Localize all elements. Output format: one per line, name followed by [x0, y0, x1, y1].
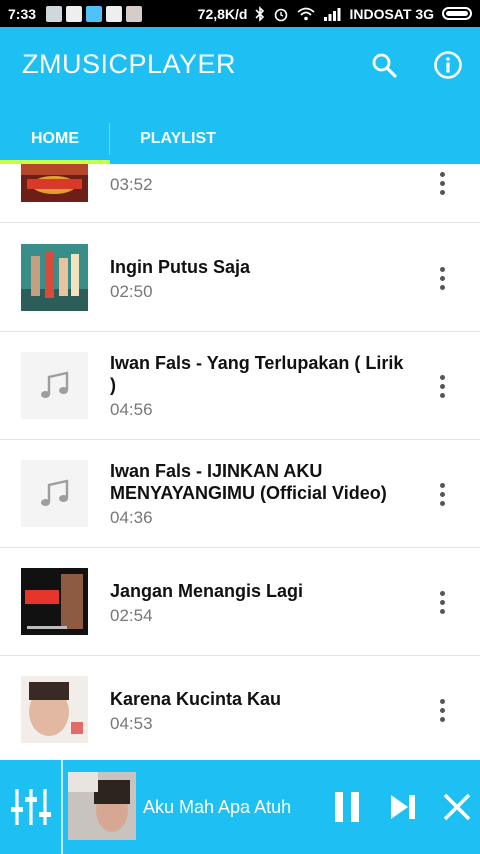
- track-row[interactable]: Jangan Menangis Lagi 02:54: [0, 548, 480, 656]
- next-button[interactable]: [383, 786, 423, 828]
- track-row[interactable]: Ingin Putus Saja 02:50: [0, 224, 480, 332]
- track-row[interactable]: Iwan Fals - IJINKAN AKU MENYAYANGIMU (Of…: [0, 440, 480, 548]
- tab-playlist[interactable]: PLAYLIST: [110, 117, 246, 160]
- tab-home[interactable]: HOME: [0, 117, 110, 160]
- gallery-icon: [46, 5, 63, 22]
- radio-icon: [106, 5, 123, 22]
- signal-icon: [324, 7, 341, 21]
- more-vert-icon: [439, 266, 445, 272]
- carrier-name: INDOSAT 3G: [349, 5, 434, 22]
- track-list[interactable]: 03:52 Ingin Putus Saja 02:50 Iwan Fals -…: [0, 164, 480, 760]
- now-playing-title[interactable]: Aku Mah Apa Atuh: [143, 797, 291, 818]
- track-title: Karena Kucinta Kau: [110, 689, 282, 709]
- more-options-button[interactable]: [430, 258, 454, 298]
- search-button[interactable]: [366, 47, 402, 83]
- app-title: ZMUSICPLAYER: [22, 49, 237, 79]
- album-art-placeholder: [21, 460, 88, 527]
- search-icon: [372, 53, 397, 78]
- track-title: Iwan Fals - Yang Terlupakan ( Lirik ): [110, 353, 404, 395]
- battery-icon: [442, 7, 472, 20]
- track-row[interactable]: 03:52: [0, 164, 480, 223]
- album-art: [21, 164, 88, 202]
- alarm-icon: [275, 8, 288, 21]
- more-vert-icon: [439, 698, 445, 704]
- album-art-placeholder: [21, 352, 88, 419]
- more-options-button[interactable]: [430, 474, 454, 514]
- pause-icon: [335, 792, 359, 822]
- album-art: [21, 568, 88, 635]
- equalizer-icon: [11, 789, 51, 825]
- gallery-icon: [66, 5, 83, 22]
- track-duration: 02:54: [110, 606, 153, 625]
- more-vert-icon: [439, 171, 445, 177]
- tab-bar: HOME PLAYLIST: [0, 117, 480, 164]
- track-duration: 04:56: [110, 400, 153, 419]
- music-icon: [86, 5, 103, 22]
- more-options-button[interactable]: [430, 690, 454, 730]
- track-duration: 04:36: [110, 508, 153, 527]
- close-icon: [443, 793, 471, 821]
- now-playing-art[interactable]: [68, 772, 136, 840]
- track-title: Ingin Putus Saja: [110, 257, 251, 277]
- notification-icons: [46, 5, 143, 22]
- track-duration: 04:53: [110, 714, 153, 733]
- info-icon: [434, 51, 462, 79]
- more-options-button[interactable]: [430, 164, 454, 203]
- music-note-icon: [40, 479, 68, 506]
- wifi-icon: [297, 7, 316, 20]
- track-duration: 02:50: [110, 282, 153, 301]
- more-options-button[interactable]: [430, 582, 454, 622]
- music-note-icon: [40, 371, 68, 398]
- equalizer-button[interactable]: [10, 785, 52, 829]
- info-button[interactable]: [430, 47, 466, 83]
- track-title: Iwan Fals - IJINKAN AKU MENYAYANGIMU (Of…: [110, 461, 387, 503]
- status-bar: 7:33 72,8K/d INDOSAT 3G: [0, 0, 480, 27]
- bluetooth-icon: [255, 5, 265, 22]
- more-vert-icon: [439, 590, 445, 596]
- more-vert-icon: [439, 482, 445, 488]
- pause-button[interactable]: [327, 786, 367, 828]
- track-title: Jangan Menangis Lagi: [110, 581, 304, 601]
- network-speed: 72,8K/d: [197, 5, 248, 22]
- status-time: 7:33: [8, 5, 37, 22]
- track-duration: 03:52: [110, 175, 153, 194]
- track-row[interactable]: Iwan Fals - Yang Terlupakan ( Lirik ) 04…: [0, 332, 480, 440]
- close-player-button[interactable]: [437, 786, 477, 828]
- camera-icon: [126, 5, 143, 22]
- track-row[interactable]: Karena Kucinta Kau 04:53: [0, 656, 480, 760]
- album-art: [21, 244, 88, 311]
- more-vert-icon: [439, 374, 445, 380]
- app-bar: ZMUSICPLAYER HOME PLAYLIST: [0, 27, 480, 164]
- more-options-button[interactable]: [430, 366, 454, 406]
- skip-next-icon: [391, 795, 415, 819]
- now-playing-bar[interactable]: Aku Mah Apa Atuh: [0, 760, 480, 854]
- album-art: [21, 676, 88, 743]
- player-divider: [61, 760, 63, 854]
